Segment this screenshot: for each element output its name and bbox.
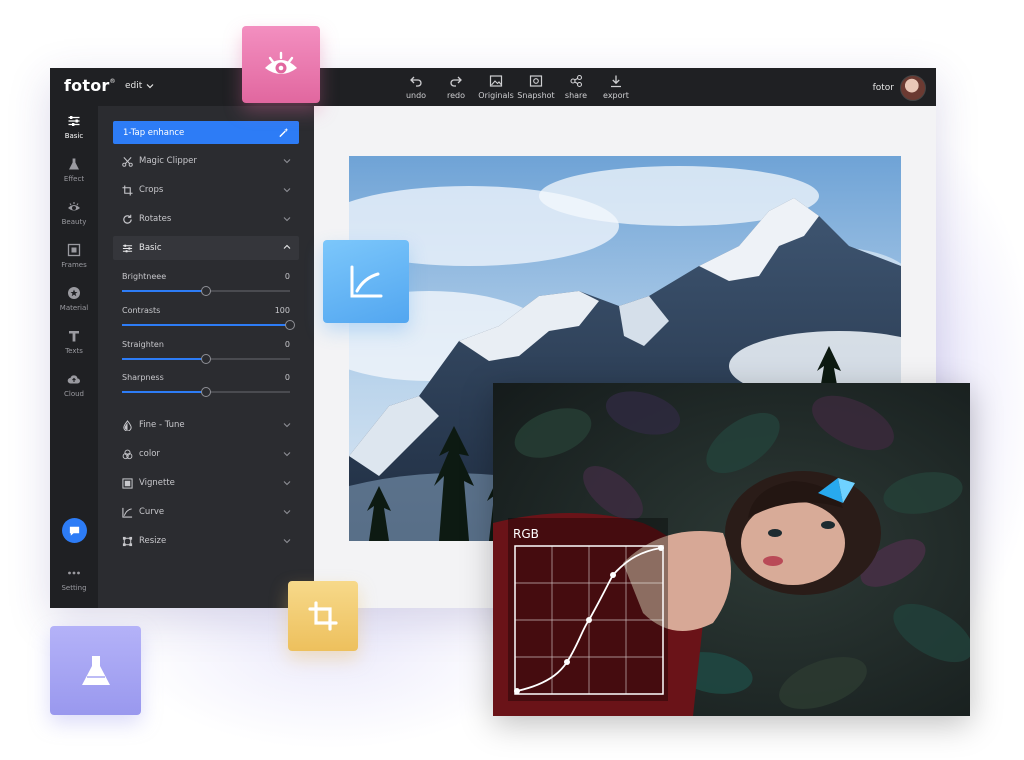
chevron-up-icon — [283, 244, 291, 249]
section-vignette[interactable]: Vignette — [113, 472, 299, 494]
export-button[interactable]: export — [602, 74, 630, 100]
avatar[interactable] — [900, 75, 926, 101]
edit-menu-label: edit — [125, 81, 143, 91]
section-color[interactable]: color — [113, 443, 299, 465]
slider-track[interactable] — [122, 286, 290, 296]
section-fine-tune[interactable]: Fine - Tune — [113, 414, 299, 436]
slider-handle[interactable] — [201, 387, 211, 397]
share-icon — [570, 74, 583, 88]
section-basic[interactable]: Basic — [113, 236, 299, 260]
chevron-down-icon — [283, 159, 291, 164]
share-button[interactable]: share — [562, 74, 590, 100]
chevron-down-icon — [283, 423, 291, 428]
section-rotates[interactable]: Rotates — [113, 208, 299, 230]
chevron-down-icon — [283, 510, 291, 515]
section-resize[interactable]: Resize — [113, 530, 299, 552]
slider-track[interactable] — [122, 354, 290, 364]
effect-tile[interactable] — [50, 626, 141, 715]
text-icon — [69, 331, 79, 342]
section-magic-clipper[interactable]: Magic Clipper — [113, 150, 299, 172]
originals-button[interactable]: Originals — [478, 74, 514, 100]
curve-point[interactable] — [564, 659, 570, 665]
chat-icon — [69, 526, 80, 536]
chevron-down-icon — [283, 481, 291, 486]
crop-icon — [122, 184, 133, 196]
color-circles-icon — [122, 449, 133, 459]
nav-basic[interactable]: Basic — [50, 114, 98, 154]
chevron-down-icon — [283, 188, 291, 193]
cloud-icon — [67, 375, 80, 384]
slider-handle[interactable] — [201, 354, 211, 364]
left-nav: Basic Effect Beauty Frames Material Text… — [50, 106, 98, 608]
frame-icon — [67, 243, 81, 257]
curve-title: RGB — [513, 527, 539, 541]
image-icon — [489, 75, 503, 87]
top-bar: fotor® edit undo redo Originals Snapshot — [50, 68, 936, 106]
snapshot-button[interactable]: Snapshot — [517, 74, 555, 100]
more-icon — [68, 571, 80, 575]
eye-icon — [68, 202, 80, 211]
drop-icon — [123, 419, 132, 431]
redo-icon — [450, 76, 462, 87]
undo-button[interactable]: undo — [402, 74, 430, 100]
toolbar: undo redo Originals Snapshot share expor… — [402, 74, 630, 100]
nav-effect[interactable]: Effect — [50, 157, 98, 197]
section-curve[interactable]: Curve — [113, 501, 299, 523]
beauty-tile[interactable] — [242, 26, 320, 103]
chat-button[interactable] — [62, 518, 87, 543]
chevron-down-icon — [283, 539, 291, 544]
one-tap-enhance-button[interactable]: 1-Tap enhance — [113, 121, 299, 144]
sliders-icon — [68, 116, 80, 126]
rotate-icon — [123, 214, 132, 224]
sliders-icon — [122, 244, 133, 252]
nav-frames[interactable]: Frames — [50, 243, 98, 283]
vignette-icon — [122, 477, 133, 489]
eye-icon — [265, 51, 297, 74]
nav-texts[interactable]: Texts — [50, 329, 98, 369]
adjust-panel: 1-Tap enhance Magic Clipper Crops Rotate… — [98, 106, 314, 608]
chevron-down-icon — [146, 84, 154, 89]
download-icon — [611, 75, 621, 88]
nav-beauty[interactable]: Beauty — [50, 200, 98, 240]
resize-icon — [122, 536, 133, 546]
flask-icon — [69, 158, 79, 170]
curve-point[interactable] — [610, 572, 616, 578]
slider-track[interactable] — [122, 320, 295, 330]
user-name: fotor — [872, 83, 894, 93]
curve-tile[interactable] — [323, 240, 409, 323]
crop-icon — [308, 601, 338, 631]
scissors-icon — [122, 156, 133, 167]
slider-handle[interactable] — [285, 320, 295, 330]
nav-cloud[interactable]: Cloud — [50, 372, 98, 412]
curve-icon — [350, 265, 383, 297]
crop-tile[interactable] — [288, 581, 358, 651]
edit-menu[interactable]: edit — [125, 81, 154, 91]
section-crops[interactable]: Crops — [113, 179, 299, 201]
flask-icon — [81, 655, 110, 685]
undo-icon — [410, 76, 422, 87]
curve-icon — [122, 507, 133, 518]
nav-setting[interactable]: Setting — [50, 566, 98, 606]
star-badge-icon — [68, 287, 80, 299]
nav-material[interactable]: Material — [50, 286, 98, 326]
portrait-photo[interactable]: RGB — [493, 383, 970, 716]
rgb-curve-panel[interactable]: RGB — [508, 518, 668, 701]
curve-point[interactable] — [514, 688, 520, 694]
curve-point[interactable] — [658, 545, 664, 551]
redo-button[interactable]: redo — [442, 74, 470, 100]
curve-point[interactable] — [586, 617, 592, 623]
snapshot-icon — [529, 75, 543, 87]
user-menu[interactable]: fotor — [873, 75, 926, 101]
magic-wand-icon — [279, 127, 289, 138]
chevron-down-icon — [283, 217, 291, 222]
slider-track[interactable] — [122, 387, 290, 397]
slider-handle[interactable] — [201, 286, 211, 296]
chevron-down-icon — [283, 452, 291, 457]
fotor-logo[interactable]: fotor® — [64, 76, 116, 95]
